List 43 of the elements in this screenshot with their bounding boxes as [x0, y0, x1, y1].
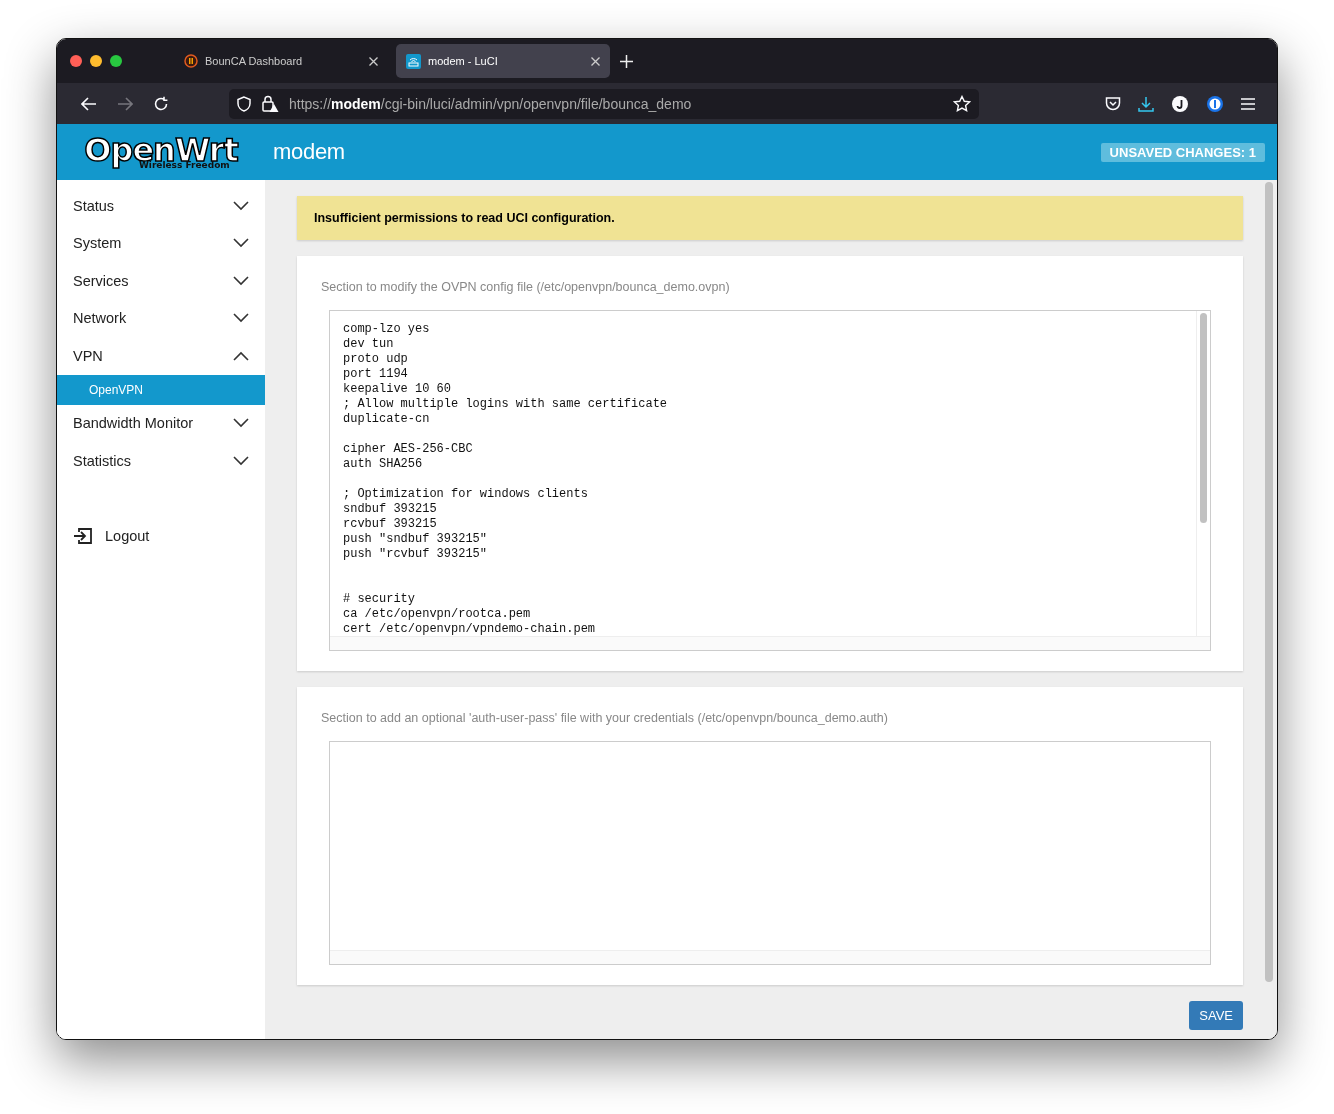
new-tab-icon[interactable] — [620, 54, 633, 68]
sidebar-item[interactable]: Statistics — [57, 442, 265, 480]
pocket-icon[interactable] — [1105, 96, 1121, 111]
shield-icon — [237, 95, 251, 112]
close-dot[interactable] — [70, 55, 82, 67]
back-icon[interactable] — [81, 96, 97, 111]
save-button[interactable]: SAVE — [1189, 1001, 1243, 1030]
zoom-dot[interactable] — [110, 55, 122, 67]
star-icon[interactable] — [953, 94, 971, 113]
sidebar-item[interactable]: Network — [57, 299, 265, 337]
logout-icon — [73, 526, 93, 545]
lock-warning-icon — [261, 94, 279, 113]
sidebar-item[interactable]: Status — [57, 187, 265, 225]
profile-icon[interactable] — [1171, 94, 1189, 113]
tab-favicon-icon — [184, 54, 198, 68]
logout-link[interactable]: Logout — [73, 526, 265, 545]
reload-icon[interactable] — [153, 95, 169, 112]
close-tab-icon[interactable] — [591, 56, 600, 66]
tab-favicon-icon — [406, 53, 421, 69]
horizontal-scrollbar[interactable] — [330, 636, 1210, 650]
password-manager-icon[interactable] — [1206, 94, 1224, 113]
sidebar-item[interactable]: Bandwidth Monitor — [57, 404, 265, 442]
sidebar-item[interactable]: VPN — [57, 337, 265, 375]
url-text: https://modem/cgi-bin/luci/admin/vpn/openvpn/file/bounca_demo — [289, 95, 693, 112]
file-editor-field[interactable]: comp-lzo yes dev tun proto udp port 1194 keepalive 10 60 ; Allow multiple logins with same certificate duplicate-cn cipher AES-256-CBC auth SHA256 ; Optimization for windows clients sndbuf 393215 rcvbuf 393215 push "sndbuf 393215" push "rcvbuf 393215" # security ca /etc/openvpn/rootca.pem cert /etc/openvpn/vpndemo-chain.pem — [329, 310, 1211, 651]
close-tab-icon[interactable] — [369, 56, 378, 66]
menu-icon[interactable] — [1241, 97, 1255, 110]
page-scrollbar[interactable] — [1265, 182, 1273, 982]
section-description: Section to modify the OVPN config file (/etc/openvpn/bounca_demo.ovpn) — [321, 280, 731, 294]
forward-icon[interactable] — [117, 96, 133, 111]
file-editor-field[interactable] — [329, 741, 1211, 965]
hostname-title: modem — [273, 139, 345, 165]
download-icon[interactable] — [1138, 95, 1154, 112]
browser-tab[interactable]: modem - LuCI — [396, 44, 610, 78]
browser-tab[interactable]: BounCA Dashboard — [174, 44, 388, 78]
sidebar-item[interactable]: Services — [57, 262, 265, 300]
editor-scrollbar[interactable] — [1200, 313, 1207, 523]
horizontal-scrollbar[interactable] — [330, 950, 1210, 964]
permission-warning: Insufficient permissions to read UCI configuration. — [297, 196, 1243, 240]
minimize-dot[interactable] — [90, 55, 102, 67]
section-description: Section to add an optional 'auth-user-pass' file with your credentials (/etc/openvpn/bounca_demo.auth) — [321, 711, 889, 725]
address-bar[interactable]: https://modem/cgi-bin/luci/admin/vpn/openvpn/file/bounca_demo — [229, 88, 979, 119]
sidebar-item[interactable]: System — [57, 224, 265, 262]
